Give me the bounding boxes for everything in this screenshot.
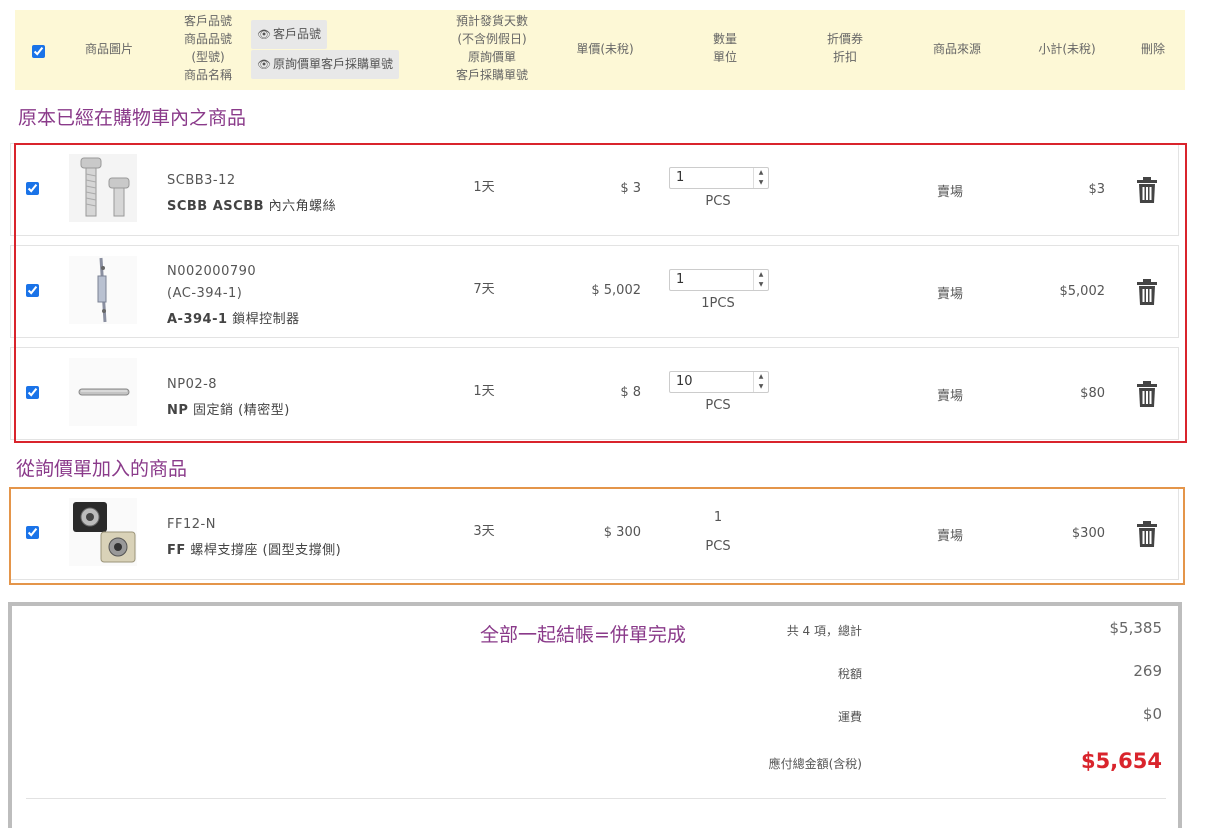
- toggle-po-number-button[interactable]: 👁 原詢價單客戶採購單號: [251, 50, 399, 79]
- col-header-image: 商品圖片: [84, 42, 133, 56]
- grand-total-value: $5,654: [1080, 749, 1162, 773]
- divider: [26, 798, 1166, 799]
- section-title-quote: 從詢價單加入的商品: [16, 458, 188, 480]
- quote-items-highlight: [9, 487, 1185, 585]
- order-totals-panel: 全部一起結帳=併單完成 共 4 項，總計 $5,385 稅額 269 運費 $0…: [8, 602, 1182, 828]
- eye-icon: 👁: [257, 58, 271, 71]
- col-header-unit-price: 單價(未稅): [576, 42, 634, 56]
- toggle-customer-part-button[interactable]: 👁 客戶品號: [251, 20, 327, 49]
- existing-items-highlight: [14, 143, 1187, 443]
- col-header-coupon: 折價券 折扣: [826, 32, 863, 64]
- tax-label: 稅額: [837, 667, 862, 681]
- merge-note: 全部一起結帳=併單完成: [480, 624, 686, 646]
- grand-total-label: 應付總金額(含稅): [768, 757, 862, 771]
- col-header-delete: 刪除: [1140, 42, 1165, 56]
- col-header-source: 商品來源: [932, 42, 981, 56]
- item-count-value: $5,385: [1109, 619, 1163, 637]
- col-header-qty: 數量 單位: [712, 32, 737, 64]
- select-all-checkbox[interactable]: [32, 45, 45, 58]
- item-count-label: 共 4 項，總計: [786, 624, 862, 638]
- shipping-label: 運費: [837, 710, 862, 724]
- tax-value: 269: [1133, 662, 1162, 680]
- col-header-part: 客戶品號 商品品號 (型號) 商品名稱: [183, 14, 232, 82]
- col-header-subtotal: 小計(未稅): [1038, 42, 1096, 56]
- shipping-value: $0: [1142, 705, 1162, 723]
- eye-icon: 👁: [257, 28, 271, 41]
- cart-table-header: 商品圖片 客戶品號 商品品號 (型號) 商品名稱 👁 客戶品號 👁 原詢價單客戶採購…: [15, 10, 1185, 90]
- col-header-ship-days: 預計發貨天數 (不含例假日) 原詢價單 客戶採購單號: [455, 14, 528, 82]
- section-title-existing: 原本已經在購物車內之商品: [18, 107, 247, 129]
